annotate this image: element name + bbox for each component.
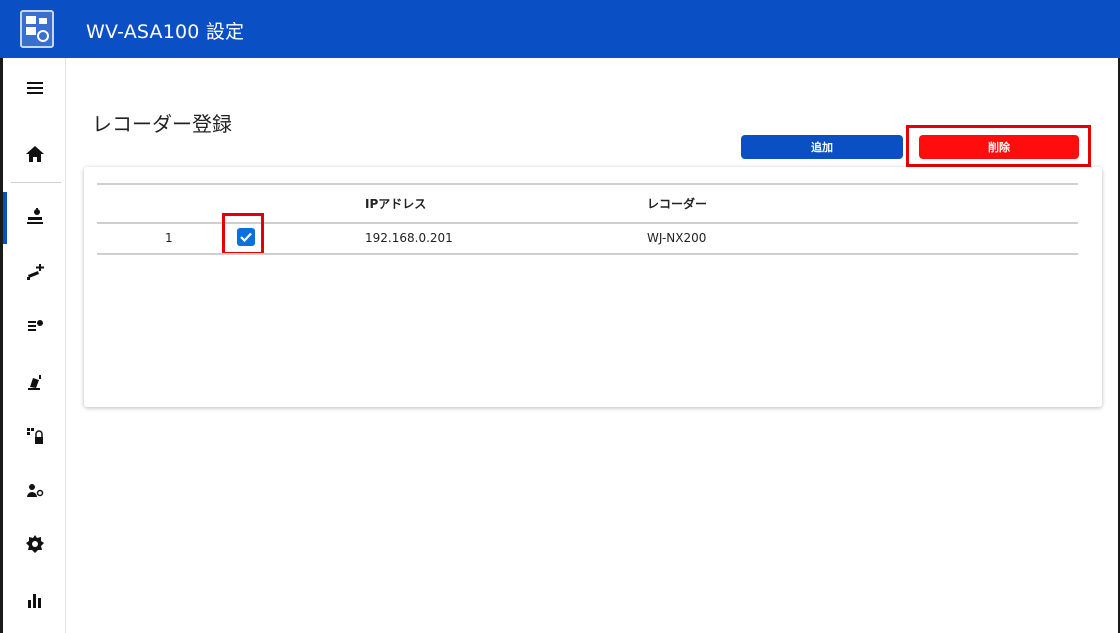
row-index: 1 <box>165 231 173 245</box>
sidebar-nav <box>3 58 66 633</box>
add-camera-icon[interactable] <box>17 254 53 290</box>
checkbox-highlight <box>222 213 264 255</box>
row-recorder: WJ-NX200 <box>647 231 707 245</box>
alarm-icon[interactable] <box>17 364 53 400</box>
gear-icon[interactable] <box>17 526 53 562</box>
table-row-rule <box>97 253 1078 255</box>
add-button[interactable]: 追加 <box>741 135 903 159</box>
active-indicator <box>3 192 7 244</box>
recorder-icon[interactable] <box>17 198 53 234</box>
app-title: WV-ASA100 設定 <box>86 21 245 43</box>
license-icon[interactable] <box>17 418 53 454</box>
menu-icon[interactable] <box>17 70 53 106</box>
statistics-icon[interactable] <box>17 582 53 618</box>
app-header: WV-ASA100 設定 <box>0 0 1120 58</box>
recorder-table-card: IPアドレス レコーダー 1 192.168.0.201 WJ-NX200 <box>84 167 1102 407</box>
table-top-rule <box>97 183 1078 185</box>
row-ip-address: 192.168.0.201 <box>365 231 453 245</box>
camera-settings-icon[interactable] <box>17 308 53 344</box>
user-settings-icon[interactable] <box>17 472 53 508</box>
sidebar-divider <box>11 182 61 183</box>
home-icon[interactable] <box>17 136 53 172</box>
delete-button-highlight <box>906 125 1091 167</box>
page-title: レコーダー登録 <box>92 112 232 136</box>
app-logo-icon <box>20 10 54 48</box>
header-ip-address: IPアドレス <box>365 197 427 211</box>
header-recorder: レコーダー <box>647 197 708 211</box>
